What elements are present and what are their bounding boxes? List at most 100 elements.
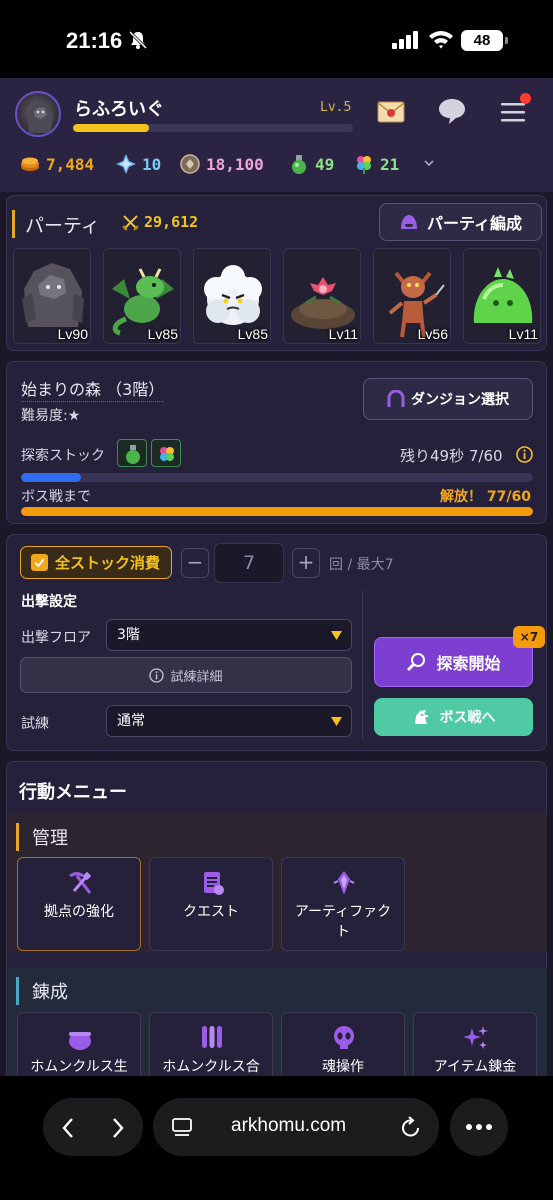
stock-progress-fill (21, 473, 81, 482)
player-header: らふろいぐ Lv.5 7,484 10 18,100 49 21 (0, 78, 553, 192)
party-member[interactable]: Lv90 (13, 248, 91, 344)
golem-avatar-icon (27, 102, 53, 133)
tile-item-alchemy[interactable]: アイテム錬金 (413, 1012, 537, 1076)
tile-label: 魂操作 (322, 1059, 364, 1075)
count-unit: 回 / 最大7 (329, 557, 394, 573)
boss-battle-button[interactable]: ボス戦へ (374, 698, 533, 736)
party-panel: パーティ 29,612 パーティ編成 Lv90 Lv85 Lv85 Lv11 L… (6, 195, 547, 351)
all-stock-toggle[interactable]: 全ストック消費 (20, 546, 172, 579)
more-dot (476, 1124, 482, 1130)
floor-select[interactable]: 3階 (106, 619, 352, 651)
party-member[interactable]: Lv85 (103, 248, 181, 344)
count-input[interactable]: 7 (214, 543, 284, 583)
cellular-signal-icon (392, 31, 418, 49)
tile-artifact[interactable]: アーティファクト (281, 857, 405, 951)
floor-label: 出撃フロア (21, 630, 91, 646)
party-member[interactable]: Lv11 (463, 248, 541, 344)
member-level: Lv90 (57, 326, 88, 342)
soul-orb-icon (180, 154, 200, 174)
browser-toolbar: arkhomu.com (0, 1076, 553, 1200)
decrement-button[interactable]: − (181, 548, 209, 578)
tab-overview-icon[interactable] (171, 1116, 193, 1138)
dungeon-difficulty: 難易度:★ (21, 408, 81, 424)
checkbox-checked-icon (31, 554, 48, 571)
resource-potion: 49 (288, 152, 334, 176)
party-edit-label: パーティ編成 (426, 214, 523, 233)
tile-label: 拠点の強化 (44, 904, 114, 920)
category-title: 錬成 (32, 982, 68, 1003)
category-title: 管理 (32, 828, 68, 849)
explore-start-button[interactable]: 探索開始 (374, 637, 533, 687)
resource-value: 49 (315, 154, 335, 174)
party-edit-button[interactable]: パーティ編成 (379, 203, 542, 241)
dragon-head-icon (414, 710, 429, 724)
boss-progress-bar (21, 507, 533, 516)
trial-label: 試練 (21, 716, 49, 732)
boss-label: ボス戦まで (21, 489, 91, 505)
tile-homunculus-create[interactable]: ホムンクルス生 (17, 1012, 141, 1076)
action-menu-panel: 行動メニュー 管理 拠点の強化 クエスト アーティファクト 錬成 ホムンクルス生… (6, 761, 547, 1076)
member-level: Lv85 (147, 326, 178, 342)
tile-base-upgrade[interactable]: 拠点の強化 (17, 857, 141, 951)
member-level: Lv85 (237, 326, 268, 342)
chat-icon[interactable] (437, 96, 467, 126)
tile-label: ホムンクルス生 (30, 1059, 128, 1075)
status-bar: 21:16 48 (0, 0, 553, 78)
trial-select-value: 通常 (117, 713, 145, 729)
party-member[interactable]: Lv11 (283, 248, 361, 344)
mail-icon[interactable] (377, 101, 405, 123)
dungeon-name[interactable]: 始まりの森 （3階） (21, 376, 165, 402)
section-accent (12, 210, 15, 238)
dungeon-select-button[interactable]: ダンジョン選択 (363, 378, 533, 420)
clock: 21:16 (66, 28, 123, 53)
tile-label: クエスト (183, 904, 239, 920)
chevron-down-icon[interactable] (423, 158, 435, 168)
dungeon-select-label: ダンジョン選択 (411, 392, 509, 408)
stock-timer: 残り49秒 7/60 (400, 447, 503, 465)
more-dot (466, 1124, 472, 1130)
more-dot (486, 1124, 492, 1130)
tile-label: アーティファクト (294, 904, 392, 940)
member-level: Lv11 (508, 326, 538, 342)
trial-detail-button[interactable]: 試練詳細 (20, 657, 352, 693)
player-name: らふろいぐ (74, 99, 164, 120)
crossed-swords-icon (122, 214, 139, 231)
sortie-settings-title: 出撃設定 (21, 594, 77, 610)
party-member[interactable]: Lv56 (373, 248, 451, 344)
tile-quest[interactable]: クエスト (149, 857, 273, 951)
category-accent (16, 977, 19, 1005)
tile-soul-operation[interactable]: 魂操作 (281, 1012, 405, 1076)
avatar[interactable] (15, 91, 61, 137)
info-icon (149, 667, 165, 683)
trial-select[interactable]: 通常 (106, 705, 352, 737)
party-member[interactable]: Lv85 (193, 248, 271, 344)
forward-arrow-icon[interactable] (111, 1117, 125, 1139)
reload-icon[interactable] (400, 1115, 422, 1139)
trial-detail-label: 試練詳細 (170, 669, 223, 685)
tile-label: ホムンクルス合 (162, 1059, 260, 1075)
increment-button[interactable]: + (292, 548, 320, 578)
more-options-button[interactable] (450, 1098, 508, 1156)
stock-progress-bar (21, 473, 533, 482)
tile-homunculus-fuse[interactable]: ホムンクルス合 (149, 1012, 273, 1076)
resource-soul: 18,100 (179, 152, 264, 176)
divider (362, 590, 363, 740)
back-arrow-icon[interactable] (61, 1117, 75, 1139)
floor-select-value: 3階 (117, 627, 140, 643)
address-bar[interactable]: arkhomu.com (153, 1098, 439, 1156)
app-screen: らふろいぐ Lv.5 7,484 10 18,100 49 21 パーティ 29… (0, 78, 553, 1076)
info-icon[interactable] (516, 446, 533, 463)
boss-value: 解放！ 77/60 (440, 489, 531, 505)
resource-clover: 21 (353, 152, 399, 176)
boss-battle-label: ボス戦へ (439, 710, 496, 726)
action-menu-title: 行動メニュー (19, 782, 127, 803)
resource-value: 18,100 (206, 154, 264, 174)
explore-start-label: 探索開始 (436, 654, 501, 673)
cauldron-icon (69, 1032, 91, 1050)
category-header-management: 管理 (8, 814, 547, 860)
battery-indicator: 48 (461, 30, 508, 51)
category-header-alchemy: 錬成 (8, 968, 547, 1014)
exp-bar (73, 124, 353, 132)
portal-gate-icon (387, 390, 405, 407)
party-power-value: 29,612 (144, 213, 199, 231)
